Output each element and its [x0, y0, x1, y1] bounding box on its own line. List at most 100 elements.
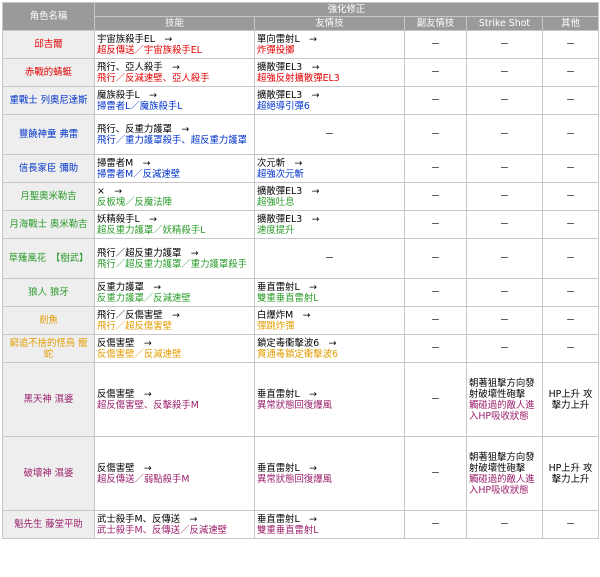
friend-after: 超絕導引彈6	[257, 100, 310, 112]
character-name: 信長家臣 彌助	[2, 154, 95, 184]
subfriend-cell: －	[404, 114, 467, 156]
friend-before: 鎖定毒衝擊波6 →	[257, 337, 337, 349]
friend-after: 異常狀態回復爆風	[257, 473, 333, 485]
skill-before: 反傷害壁 →	[97, 337, 152, 349]
subfriend-cell: －	[404, 510, 467, 540]
table-row: 魁先生 藤堂平助 武士殺手M、反傳送 → 武士殺手M、反傳送／反減速壁 垂直雷射L…	[2, 510, 600, 540]
skill-before: 飛行／反傷害壁 →	[97, 309, 180, 321]
character-name: 魁先生 藤堂平助	[2, 510, 95, 540]
skill-before: × →	[97, 185, 123, 197]
ss-cell: －	[466, 182, 543, 212]
subfriend-cell: －	[404, 86, 467, 116]
skill-after: 反板塊／反魔法陣	[97, 196, 173, 208]
friend-before: 擴散彈EL3 →	[257, 185, 320, 197]
friend-cell: 擴散彈EL3 → 超強反射擴散彈EL3	[254, 58, 405, 88]
subfriend-cell: －	[404, 306, 467, 336]
skill-cell: 反傷害壁 → 反傷害壁／反減速壁	[94, 334, 255, 364]
skill-cell: 妖精殺手L → 超反重力護罩／妖精殺手L	[94, 210, 255, 240]
skill-cell: 飛行、反重力護罩 → 飛行／重力護罩殺手、超反重力護罩	[94, 114, 255, 156]
other-cell: HP上升 攻擊力上升	[541, 436, 600, 512]
ss-cell: －	[466, 238, 543, 280]
other-cell: －	[541, 278, 600, 308]
friend-before: 垂直雷射L →	[257, 281, 317, 293]
friend-cell: 擴散彈EL3 → 速度提升	[254, 210, 405, 240]
friend-cell: 垂直雷射L → 異常狀態回復爆風	[254, 362, 405, 438]
friend-after: 雙重垂直雷射L	[257, 524, 319, 536]
friend-after: 速度提升	[257, 224, 295, 236]
ss-cell: －	[466, 114, 543, 156]
skill-cell: 飛行／反傷害壁 → 飛行／超反傷害壁	[94, 306, 255, 336]
friend-after: 雙重垂直雷射L	[257, 292, 319, 304]
table-row: 黑天神 濕婆 反傷害壁 → 超反傷害壁、反擊殺手M 垂直雷射L → 異常狀態回復爆風…	[2, 362, 600, 438]
ss-cell: －	[466, 30, 543, 60]
skill-before: 反傷害壁 →	[97, 388, 152, 400]
skill-after: 掃雷者L／魔族殺手L	[97, 100, 183, 112]
skill-after: 超反傳送／宇宙族殺手EL	[97, 44, 202, 56]
friend-before: 白爆炸M →	[257, 309, 311, 321]
table-row: 破壞神 濕婆 反傷害壁 → 超反傳送／弱點殺手M 垂直雷射L → 異常狀態回復爆風 …	[2, 436, 600, 512]
friend-after: 超強吐息	[257, 196, 295, 208]
header-subfriend: 副友情技	[404, 16, 467, 32]
ss-cell: －	[466, 306, 543, 336]
skill-before: 飛行／超反重力護罩 →	[97, 247, 199, 259]
skill-after: 反重力護罩／反減速壁	[97, 292, 191, 304]
header-strike-shot: Strike Shot	[466, 16, 543, 32]
skill-before: 魔族殺手L →	[97, 89, 157, 101]
character-name: 重戰士 列奧尼達斯	[2, 86, 95, 116]
friend-cell: 單向雷射L → 炸彈投擲	[254, 30, 405, 60]
other-cell: －	[541, 58, 600, 88]
other-cell: －	[541, 154, 600, 184]
subfriend-cell: －	[404, 30, 467, 60]
subfriend-cell: －	[404, 436, 467, 512]
character-name: 月聖奧米勒吉	[2, 182, 95, 212]
character-name: 月海戰士 奧米勒吉	[2, 210, 95, 240]
skill-after: 飛行／重力護罩殺手、超反重力護罩	[97, 134, 248, 146]
character-name: 破壞神 濕婆	[2, 436, 95, 512]
subfriend-cell: －	[404, 238, 467, 280]
skill-cell: 反重力護罩 → 反重力護罩／反減速壁	[94, 278, 255, 308]
friend-before: 垂直雷射L →	[257, 513, 317, 525]
friend-after: 超強反射擴散彈EL3	[257, 72, 340, 84]
skill-before: 宇宙族殺手EL →	[97, 33, 173, 45]
friend-before: 擴散彈EL3 →	[257, 89, 320, 101]
friend-after: 貫通毒鎖定衝擊波6	[257, 348, 338, 360]
ss-after: 觸碰過的敵人進入HP吸收狀態	[469, 399, 535, 422]
header-group: 強化修正	[93, 1, 600, 18]
friend-before: 次元斬 →	[257, 157, 303, 169]
table-row: 邱吉爾 宇宙族殺手EL → 超反傳送／宇宙族殺手EL 單向雷射L → 炸彈投擲 － …	[2, 30, 600, 60]
subfriend-cell: －	[404, 278, 467, 308]
table-row: 信長家臣 彌助 掃雷者M → 掃雷者M／反減速壁 次元斬 → 超強次元斬 － － －	[2, 154, 600, 184]
friend-before: 擴散彈EL3 →	[257, 213, 320, 225]
other-cell: －	[541, 510, 600, 540]
character-name: 劍魚	[2, 306, 95, 336]
friend-before: 單向雷射L →	[257, 33, 317, 45]
ss-cell: 朝著狙擊方向發射破壞性砲擊 觸碰過的敵人進入HP吸收狀態	[466, 362, 543, 438]
subfriend-cell: －	[404, 154, 467, 184]
friend-cell: 次元斬 → 超強次元斬	[254, 154, 405, 184]
skill-cell: 魔族殺手L → 掃雷者L／魔族殺手L	[94, 86, 255, 116]
skill-after: 飛行／超反重力護罩／重力護罩殺手	[97, 258, 248, 270]
table-row: 窮追不捨的怪鳥 寵蛇 反傷害壁 → 反傷害壁／反減速壁 鎖定毒衝擊波6 → 貫通毒鎖…	[2, 334, 600, 364]
ss-cell: 朝著狙擊方向發射破壞性砲擊 觸碰過的敵人進入HP吸收狀態	[466, 436, 543, 512]
character-name: 窮追不捨的怪鳥 寵蛇	[2, 334, 95, 364]
header-name: 角色名稱	[2, 1, 95, 32]
table-row: 重戰士 列奧尼達斯 魔族殺手L → 掃雷者L／魔族殺手L 擴散彈EL3 → 超絕導引…	[2, 86, 600, 116]
friend-cell: 垂直雷射L → 異常狀態回復爆風	[254, 436, 405, 512]
character-name: 黑天神 濕婆	[2, 362, 95, 438]
subfriend-cell: －	[404, 362, 467, 438]
skill-cell: 飛行、亞人殺手 → 飛行／反減速壁、亞人殺手	[94, 58, 255, 88]
friend-after: 異常狀態回復爆風	[257, 399, 333, 411]
friend-after: 彈跳炸彈	[257, 320, 295, 332]
skill-after: 反傷害壁／反減速壁	[97, 348, 182, 360]
friend-before: 垂直雷射L →	[257, 388, 317, 400]
other-cell: －	[541, 114, 600, 156]
character-upgrade-table: 角色名稱 強化修正 技能 友情技 副友情技 Strike Shot 其他 邱吉爾…	[2, 1, 600, 540]
skill-cell: 掃雷者M → 掃雷者M／反減速壁	[94, 154, 255, 184]
other-cell: －	[541, 182, 600, 212]
skill-cell: 反傷害壁 → 超反傳送／弱點殺手M	[94, 436, 255, 512]
other-cell: HP上升 攻擊力上升	[541, 362, 600, 438]
skill-cell: 武士殺手M、反傳送 → 武士殺手M、反傳送／反減速壁	[94, 510, 255, 540]
friend-after: 超強次元斬	[257, 168, 304, 180]
skill-after: 飛行／反減速壁、亞人殺手	[97, 72, 210, 84]
ss-cell: －	[466, 210, 543, 240]
